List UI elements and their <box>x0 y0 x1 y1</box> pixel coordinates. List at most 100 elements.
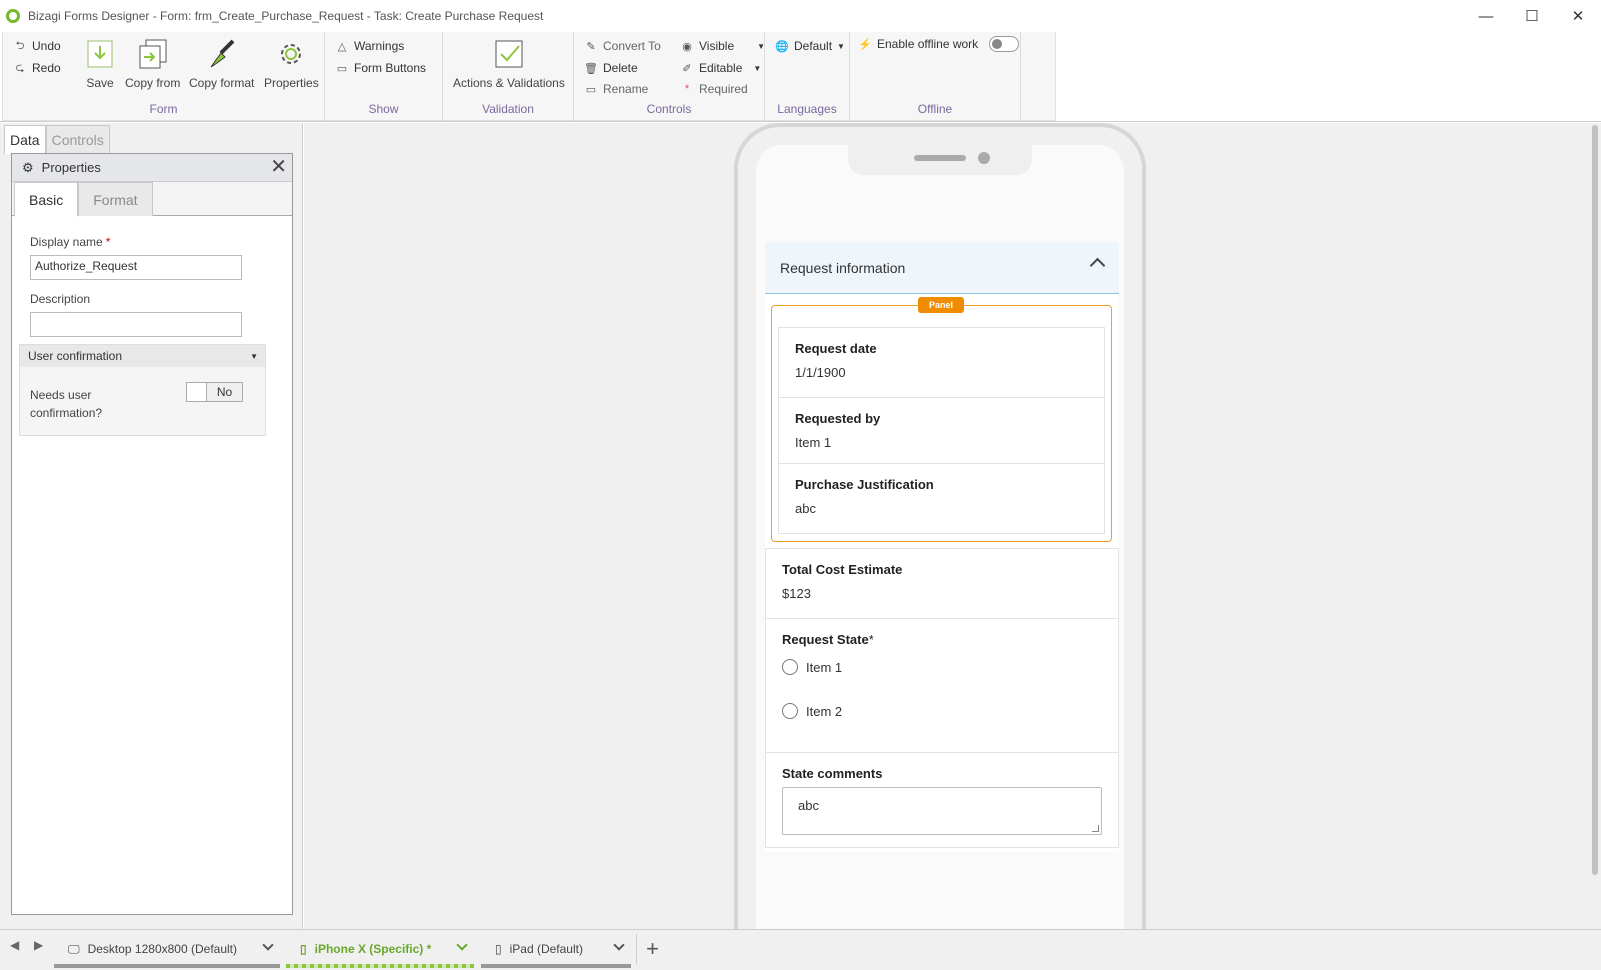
copy-format-button[interactable]: Copy format <box>189 38 254 90</box>
properties-button[interactable]: Properties <box>264 38 319 90</box>
ribbon-group-form: ⮌ Undo ⮎ Redo Save Copy from Copy format… <box>3 32 325 121</box>
chevron-down-icon: ▼ <box>753 63 762 73</box>
chevron-down-icon[interactable] <box>613 939 625 951</box>
accordion-request-information[interactable]: Request information <box>765 242 1119 294</box>
phone-screen: Request information Panel Request date 1… <box>756 145 1124 935</box>
arrow-left-icon[interactable]: ◀ <box>10 938 19 952</box>
paint-brush-icon <box>207 38 237 70</box>
user-confirmation-header[interactable]: User confirmation ▼ <box>20 345 265 367</box>
phone-notch <box>848 145 1032 175</box>
field-purchase-justification[interactable]: Purchase Justification abc <box>778 463 1105 534</box>
chevron-down-icon: ▼ <box>757 41 766 51</box>
bizagi-logo-icon <box>6 9 20 23</box>
form-buttons-button[interactable]: ▭ Form Buttons <box>335 61 426 75</box>
request-state-label: Request State* <box>782 632 874 647</box>
undo-icon: ⮌ <box>15 39 25 52</box>
vertical-scrollbar[interactable] <box>1589 123 1601 929</box>
minimize-icon[interactable]: — <box>1463 0 1509 32</box>
copy-from-button[interactable]: Copy from <box>125 38 180 90</box>
monitor-icon: 🖵 <box>68 941 80 956</box>
form-buttons-icon: ▭ <box>336 62 348 75</box>
add-device-button[interactable]: + <box>636 934 668 964</box>
chevron-down-icon[interactable] <box>262 939 274 951</box>
display-name-field[interactable]: Authorize_Request <box>30 255 242 280</box>
tab-controls[interactable]: Controls <box>45 125 110 154</box>
description-field[interactable] <box>30 312 242 337</box>
tab-basic[interactable]: Basic <box>14 182 79 217</box>
device-tab-iphone[interactable]: ▯ iPhone X (Specific) * <box>286 932 474 968</box>
needs-confirmation-toggle[interactable]: No <box>186 382 243 402</box>
close-window-icon[interactable]: ✕ <box>1555 0 1601 32</box>
gear-icon: ⚙ <box>22 159 34 175</box>
ribbon-group-show: △ Warnings ▭ Form Buttons Show <box>325 32 443 121</box>
globe-icon: 🌐 <box>775 40 789 53</box>
scrollbar-thumb[interactable] <box>1592 125 1598 875</box>
field-requested-by[interactable]: Requested by Item 1 <box>778 397 1105 464</box>
trash-icon: 🗑 <box>584 62 598 75</box>
device-tab-ipad[interactable]: ▯ iPad (Default) <box>481 932 631 968</box>
ribbon-group-offline: ⚡ Enable offline work Offline <box>850 32 1021 121</box>
tablet-icon: ▯ <box>495 942 502 956</box>
language-dropdown[interactable]: 🌐 Default ▼ <box>775 39 845 53</box>
tab-data[interactable]: Data <box>4 125 46 154</box>
description-label: Description <box>30 292 91 306</box>
speaker-icon <box>914 155 966 161</box>
gear-icon <box>276 38 306 70</box>
editable-dropdown[interactable]: ✐ Editable ▼ <box>680 61 761 75</box>
camera-icon <box>978 152 990 164</box>
asterisk-icon: * <box>684 83 690 95</box>
convert-icon: ✎ <box>586 40 596 53</box>
required-button[interactable]: * Required <box>680 82 748 96</box>
panel-container[interactable]: Panel Request date 1/1/1900 Requested by… <box>771 297 1112 542</box>
tab-format[interactable]: Format <box>78 182 153 216</box>
edit-icon: ✐ <box>682 62 692 75</box>
visible-dropdown[interactable]: ◉ Visible ▼ <box>680 39 765 53</box>
radio-option-item-1[interactable]: Item 1 <box>782 659 842 675</box>
properties-panel: ⚙ Properties ✕ Basic Format Display name… <box>11 153 293 915</box>
save-button[interactable]: Save <box>85 38 115 90</box>
properties-header: ⚙ Properties ✕ <box>12 154 292 182</box>
field-total-cost-estimate[interactable]: Total Cost Estimate $123 <box>765 548 1119 619</box>
ribbon-group-languages: 🌐 Default ▼ Languages <box>765 32 850 121</box>
chevron-down-icon: ▼ <box>837 41 845 51</box>
title-bar: Bizagi Forms Designer - Form: frm_Create… <box>0 0 1601 32</box>
chevron-up-icon[interactable] <box>1089 257 1106 274</box>
state-comments-textarea[interactable]: abc <box>782 787 1102 835</box>
toggle-switch[interactable] <box>989 36 1020 52</box>
toggle-knob <box>187 383 207 401</box>
rename-button[interactable]: ▭ Rename <box>584 82 649 96</box>
left-pane: Data Controls ⚙ Properties ✕ Basic Forma… <box>0 123 303 929</box>
undo-button[interactable]: ⮌ Undo <box>13 39 61 53</box>
radio-option-item-2[interactable]: Item 2 <box>782 703 842 719</box>
field-request-date[interactable]: Request date 1/1/1900 <box>778 327 1105 398</box>
convert-to-button[interactable]: ✎ Convert To <box>584 39 660 53</box>
ribbon: ⮌ Undo ⮎ Redo Save Copy from Copy format… <box>0 32 1601 122</box>
field-state-comments[interactable]: State comments abc <box>765 752 1119 848</box>
ribbon-body: ⮌ Undo ⮎ Redo Save Copy from Copy format… <box>2 32 1056 121</box>
radio-circle[interactable] <box>782 703 798 719</box>
delete-button[interactable]: 🗑 Delete <box>584 61 638 75</box>
properties-title: Properties <box>41 160 101 175</box>
caret-down-icon: ▼ <box>250 351 258 361</box>
warnings-button[interactable]: △ Warnings <box>335 39 404 53</box>
arrow-right-icon[interactable]: ▶ <box>34 938 43 952</box>
device-tab-desktop[interactable]: 🖵 Desktop 1280x800 (Default) <box>54 932 280 968</box>
design-canvas: Request information Panel Request date 1… <box>304 123 1589 935</box>
eye-icon: ◉ <box>682 40 692 53</box>
redo-icon: ⮎ <box>15 61 25 74</box>
ribbon-group-label: Languages <box>777 102 837 116</box>
ribbon-group-validation: Actions & Validations Validation <box>443 32 574 121</box>
chevron-down-icon[interactable] <box>456 939 468 951</box>
window-title: Bizagi Forms Designer - Form: frm_Create… <box>28 9 544 23</box>
actions-validations-button[interactable]: Actions & Validations <box>453 38 565 90</box>
side-tabs: Data Controls <box>4 125 110 154</box>
field-request-state[interactable]: Request State* Item 1 Item 2 <box>765 618 1119 753</box>
radio-circle[interactable] <box>782 659 798 675</box>
panel-badge: Panel <box>918 297 964 313</box>
redo-button[interactable]: ⮎ Redo <box>13 61 61 75</box>
maximize-icon[interactable]: ☐ <box>1509 0 1555 32</box>
offline-toggle[interactable]: ⚡ Enable offline work <box>858 36 1020 52</box>
close-icon[interactable]: ✕ <box>270 157 287 177</box>
rename-icon: ▭ <box>585 83 597 96</box>
user-confirmation-section: User confirmation ▼ Needs user confirmat… <box>19 344 266 436</box>
